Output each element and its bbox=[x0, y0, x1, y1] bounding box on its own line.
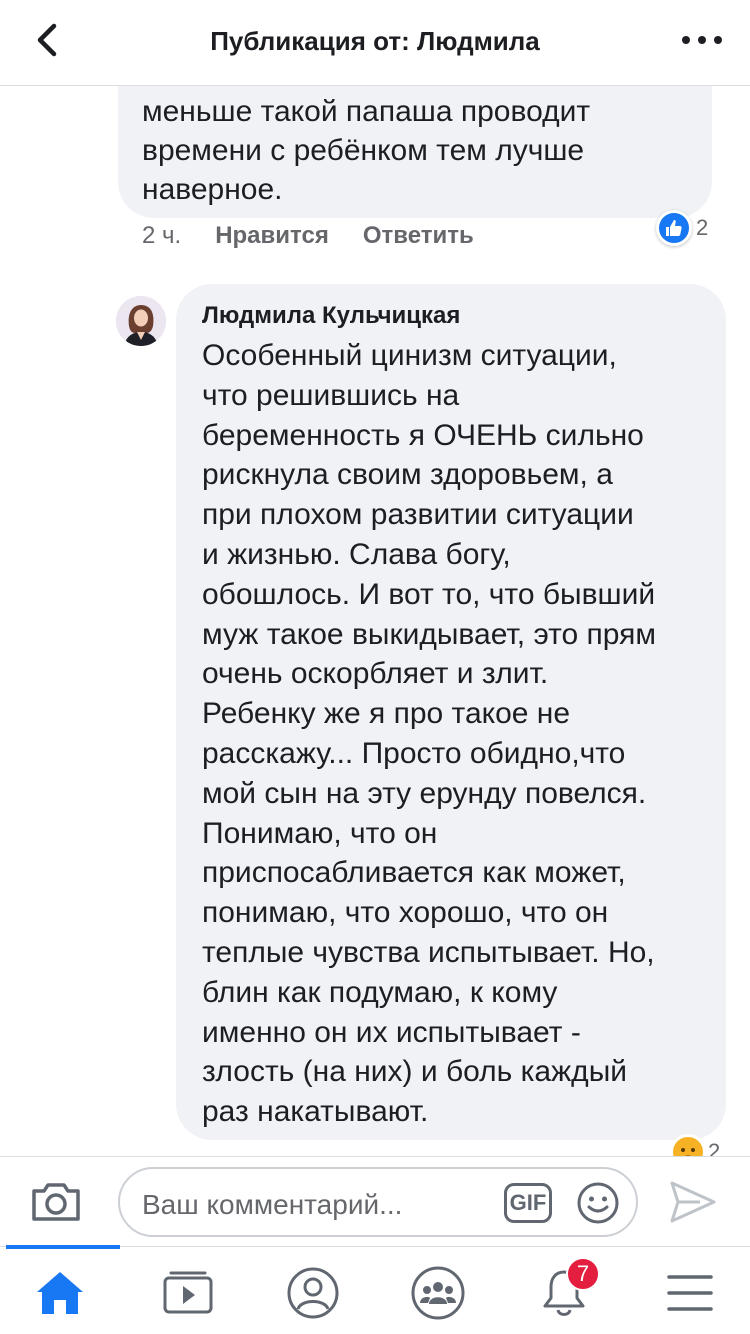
comment-composer: Ваш комментарий... GIF bbox=[0, 1156, 750, 1246]
reaction-summary[interactable]: 2 bbox=[670, 1134, 720, 1156]
sad-icon bbox=[670, 1134, 706, 1156]
camera-icon[interactable] bbox=[30, 1179, 82, 1223]
more-dots-icon[interactable] bbox=[682, 28, 722, 52]
comment-actions: 2 ч. Нравится Ответить bbox=[142, 222, 474, 250]
video-icon[interactable] bbox=[158, 1265, 218, 1321]
bottom-tab-bar: 7 bbox=[0, 1245, 750, 1334]
comment-input[interactable]: Ваш комментарий... GIF bbox=[118, 1167, 638, 1237]
reaction-count: 2 bbox=[696, 215, 709, 240]
reply-button[interactable]: Ответить bbox=[363, 222, 474, 250]
top-bar: Публикация от: Людмила bbox=[0, 0, 750, 86]
reaction-count: 2 bbox=[708, 1139, 721, 1156]
emoji-icon[interactable] bbox=[576, 1181, 620, 1225]
comment-text: меньше такой папаша проводит времени с р… bbox=[142, 95, 591, 206]
like-button[interactable]: Нравится bbox=[215, 222, 329, 250]
like-icon bbox=[656, 210, 692, 246]
comment-text: Особенный цинизм ситуации, что решившись… bbox=[202, 339, 656, 1129]
notification-badge: 7 bbox=[566, 1257, 600, 1291]
comment-bubble: меньше такой папаша проводит времени с р… bbox=[118, 86, 712, 218]
page-title: Публикация от: Людмила bbox=[210, 26, 540, 56]
comment-author[interactable]: Людмила Кульчицкая bbox=[202, 302, 702, 330]
comment-bubble: Людмила Кульчицкая Особенный цинизм ситу… bbox=[176, 284, 726, 1140]
home-icon[interactable] bbox=[30, 1265, 90, 1321]
profile-icon[interactable] bbox=[283, 1265, 343, 1321]
avatar[interactable] bbox=[116, 296, 166, 346]
reaction-summary[interactable]: 2 bbox=[656, 210, 708, 246]
active-tab-indicator bbox=[6, 1245, 120, 1249]
send-icon[interactable] bbox=[668, 1179, 718, 1225]
comment-time: 2 ч. bbox=[142, 222, 182, 249]
gif-icon[interactable]: GIF bbox=[504, 1183, 552, 1223]
menu-icon[interactable] bbox=[660, 1265, 720, 1321]
comment-placeholder: Ваш комментарий... bbox=[142, 1189, 403, 1220]
groups-icon[interactable] bbox=[408, 1265, 468, 1321]
comments-feed: меньше такой папаша проводит времени с р… bbox=[0, 86, 750, 1156]
